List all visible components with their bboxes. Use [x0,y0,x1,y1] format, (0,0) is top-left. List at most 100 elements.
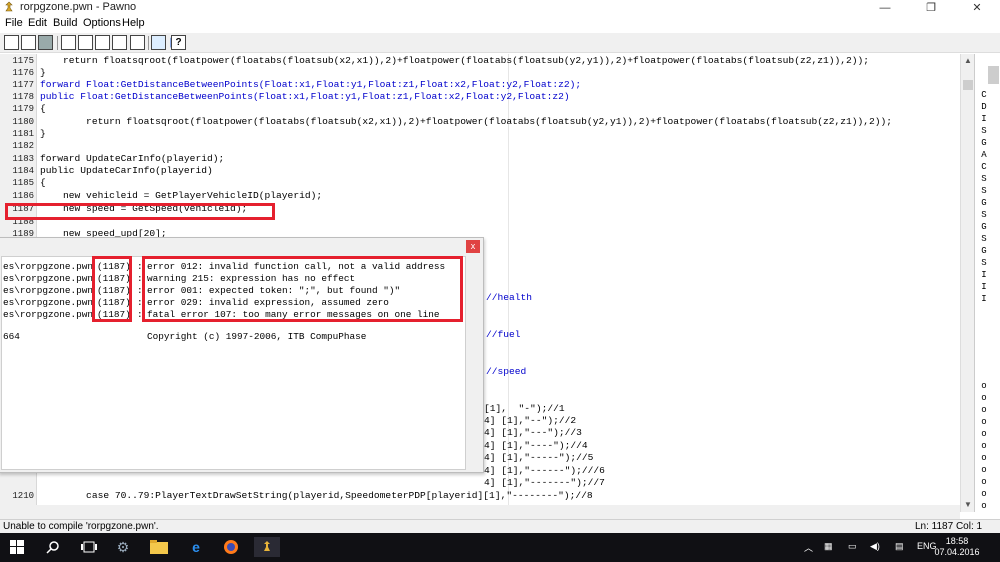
list-letter[interactable]: S [978,186,990,196]
output-file: es\rorpgzone.pwn [3,285,94,296]
list-letter[interactable]: S [978,210,990,220]
replace-icon[interactable] [95,35,110,50]
list-letter[interactable]: G [978,222,990,232]
list-dot[interactable]: o [978,417,990,427]
menu-options[interactable]: Options [83,17,121,29]
action-center-icon[interactable]: ▭ [848,541,857,552]
list-letter[interactable]: D [978,102,990,112]
edge-browser-icon[interactable]: e [185,537,207,557]
list-letter[interactable]: A [978,150,990,160]
find-icon[interactable] [61,35,76,50]
help-icon[interactable]: ? [171,35,186,50]
list-dot[interactable]: o [978,429,990,439]
output-scrollbar[interactable] [466,256,481,470]
list-letter[interactable]: G [978,198,990,208]
list-letter[interactable]: I [978,270,990,280]
goto-line-icon[interactable] [112,35,127,50]
save-icon[interactable] [38,35,53,50]
list-letter[interactable]: G [978,138,990,148]
close-window-button[interactable]: ✕ [954,0,1000,16]
compile-icon[interactable] [151,35,166,50]
scrollbar-thumb[interactable] [963,80,973,90]
line-number: 1186 [12,191,34,201]
list-letter[interactable]: C [978,90,990,100]
toolbar-separator [57,36,58,50]
list-letter[interactable]: C [978,162,990,172]
menu-build[interactable]: Build [53,17,77,29]
list-dot[interactable]: o [978,381,990,391]
minimize-button[interactable]: — [862,0,908,16]
line-number: 1176 [12,68,34,78]
show-hidden-icons-icon[interactable]: ︿ [804,541,813,554]
code-line: forward Float:GetDistanceBetweenPoints(F… [40,79,582,90]
toolbar-separator [148,36,149,50]
windows-taskbar: ⚙ e ︿ ▦ ▭ ◀) ▤ ENG 18:58 07.04.2016 [0,533,1000,562]
error-messages-highlight [142,256,463,322]
code-line: return floatsqroot(floatpower(floatabs(f… [40,55,870,66]
list-dot[interactable]: o [978,501,990,511]
find-next-icon[interactable] [78,35,93,50]
app-icon[interactable]: ⚙ [112,537,134,557]
firefox-icon[interactable] [220,537,242,557]
error-line-highlight [5,203,275,220]
maximize-button[interactable]: ❐ [908,0,954,16]
code-line: public UpdateCarInfo(playerid) [40,165,213,176]
compiler-output-text[interactable]: es\rorpgzone.pwn (1187) : error 012: inv… [1,256,466,470]
title-bar: rorpgzone.pwn - Pawno — ❐ ✕ [0,0,1000,16]
list-letter[interactable]: I [978,294,990,304]
scroll-down-icon[interactable]: ▼ [961,498,975,512]
code-fragment: 4] [1],"---");//3 [484,427,582,438]
line-number: 1180 [12,117,34,127]
close-output-button[interactable]: x [466,240,480,253]
code-line: { [40,103,46,114]
list-letter[interactable]: I [978,114,990,124]
clock-time: 18:58 [945,536,969,546]
list-letter[interactable]: I [978,282,990,292]
editor-vertical-scrollbar[interactable]: ▲ ▼ [960,54,974,512]
cursor-position: Ln: 1187 Col: 1 [915,521,983,532]
list-letter[interactable]: S [978,126,990,136]
list-letter[interactable]: G [978,246,990,256]
list-dot[interactable]: o [978,441,990,451]
task-view-icon[interactable] [78,537,100,557]
system-clock[interactable]: 18:58 07.04.2016 [934,536,980,558]
open-file-icon[interactable] [21,35,36,50]
output-file: es\rorpgzone.pwn [3,309,94,320]
new-file-icon[interactable] [4,35,19,50]
function-list-icon[interactable] [130,35,145,50]
list-dot[interactable]: o [978,453,990,463]
list-dot[interactable]: o [978,465,990,475]
list-dot[interactable]: o [978,405,990,415]
toolbar: ▶ ? [0,33,1000,53]
list-dot[interactable]: o [978,489,990,499]
pawno-app-icon [5,1,13,12]
file-explorer-icon[interactable] [148,537,170,557]
code-fragment: 4] [1],"--");//2 [484,415,577,426]
code-fragment: 4] [1],"-----");//5 [484,452,594,463]
windows-start-icon[interactable] [6,537,28,557]
panel-scrollbar-thumb[interactable] [988,66,999,84]
network-icon[interactable]: ▦ [824,541,833,552]
scroll-up-icon[interactable]: ▲ [961,54,975,68]
line-number: 1210 [12,491,34,501]
list-letter[interactable]: S [978,234,990,244]
code-line: case 70..79:PlayerTextDrawSetString(play… [40,490,593,501]
pawno-taskbar-icon[interactable] [254,537,280,557]
list-letter[interactable]: S [978,258,990,268]
menu-bar: File Edit Build Options Help [0,16,1000,33]
status-message: Unable to compile 'rorpgzone.pwn'. [3,521,159,532]
output-file: es\rorpgzone.pwn [3,273,94,284]
list-dot[interactable]: o [978,477,990,487]
list-letter[interactable]: S [978,174,990,184]
search-icon[interactable] [42,537,64,557]
list-dot[interactable]: o [978,393,990,403]
code-fragment: [1], "-");//1 [484,403,565,414]
editor-horizontal-scrollbar[interactable] [0,505,960,519]
menu-edit[interactable]: Edit [28,17,47,29]
keyboard-icon[interactable]: ▤ [895,541,904,552]
line-number-highlight [92,256,132,322]
volume-icon[interactable]: ◀) [870,541,880,552]
menu-help[interactable]: Help [122,17,145,29]
line-number: 1181 [12,129,34,139]
menu-file[interactable]: File [5,17,23,29]
